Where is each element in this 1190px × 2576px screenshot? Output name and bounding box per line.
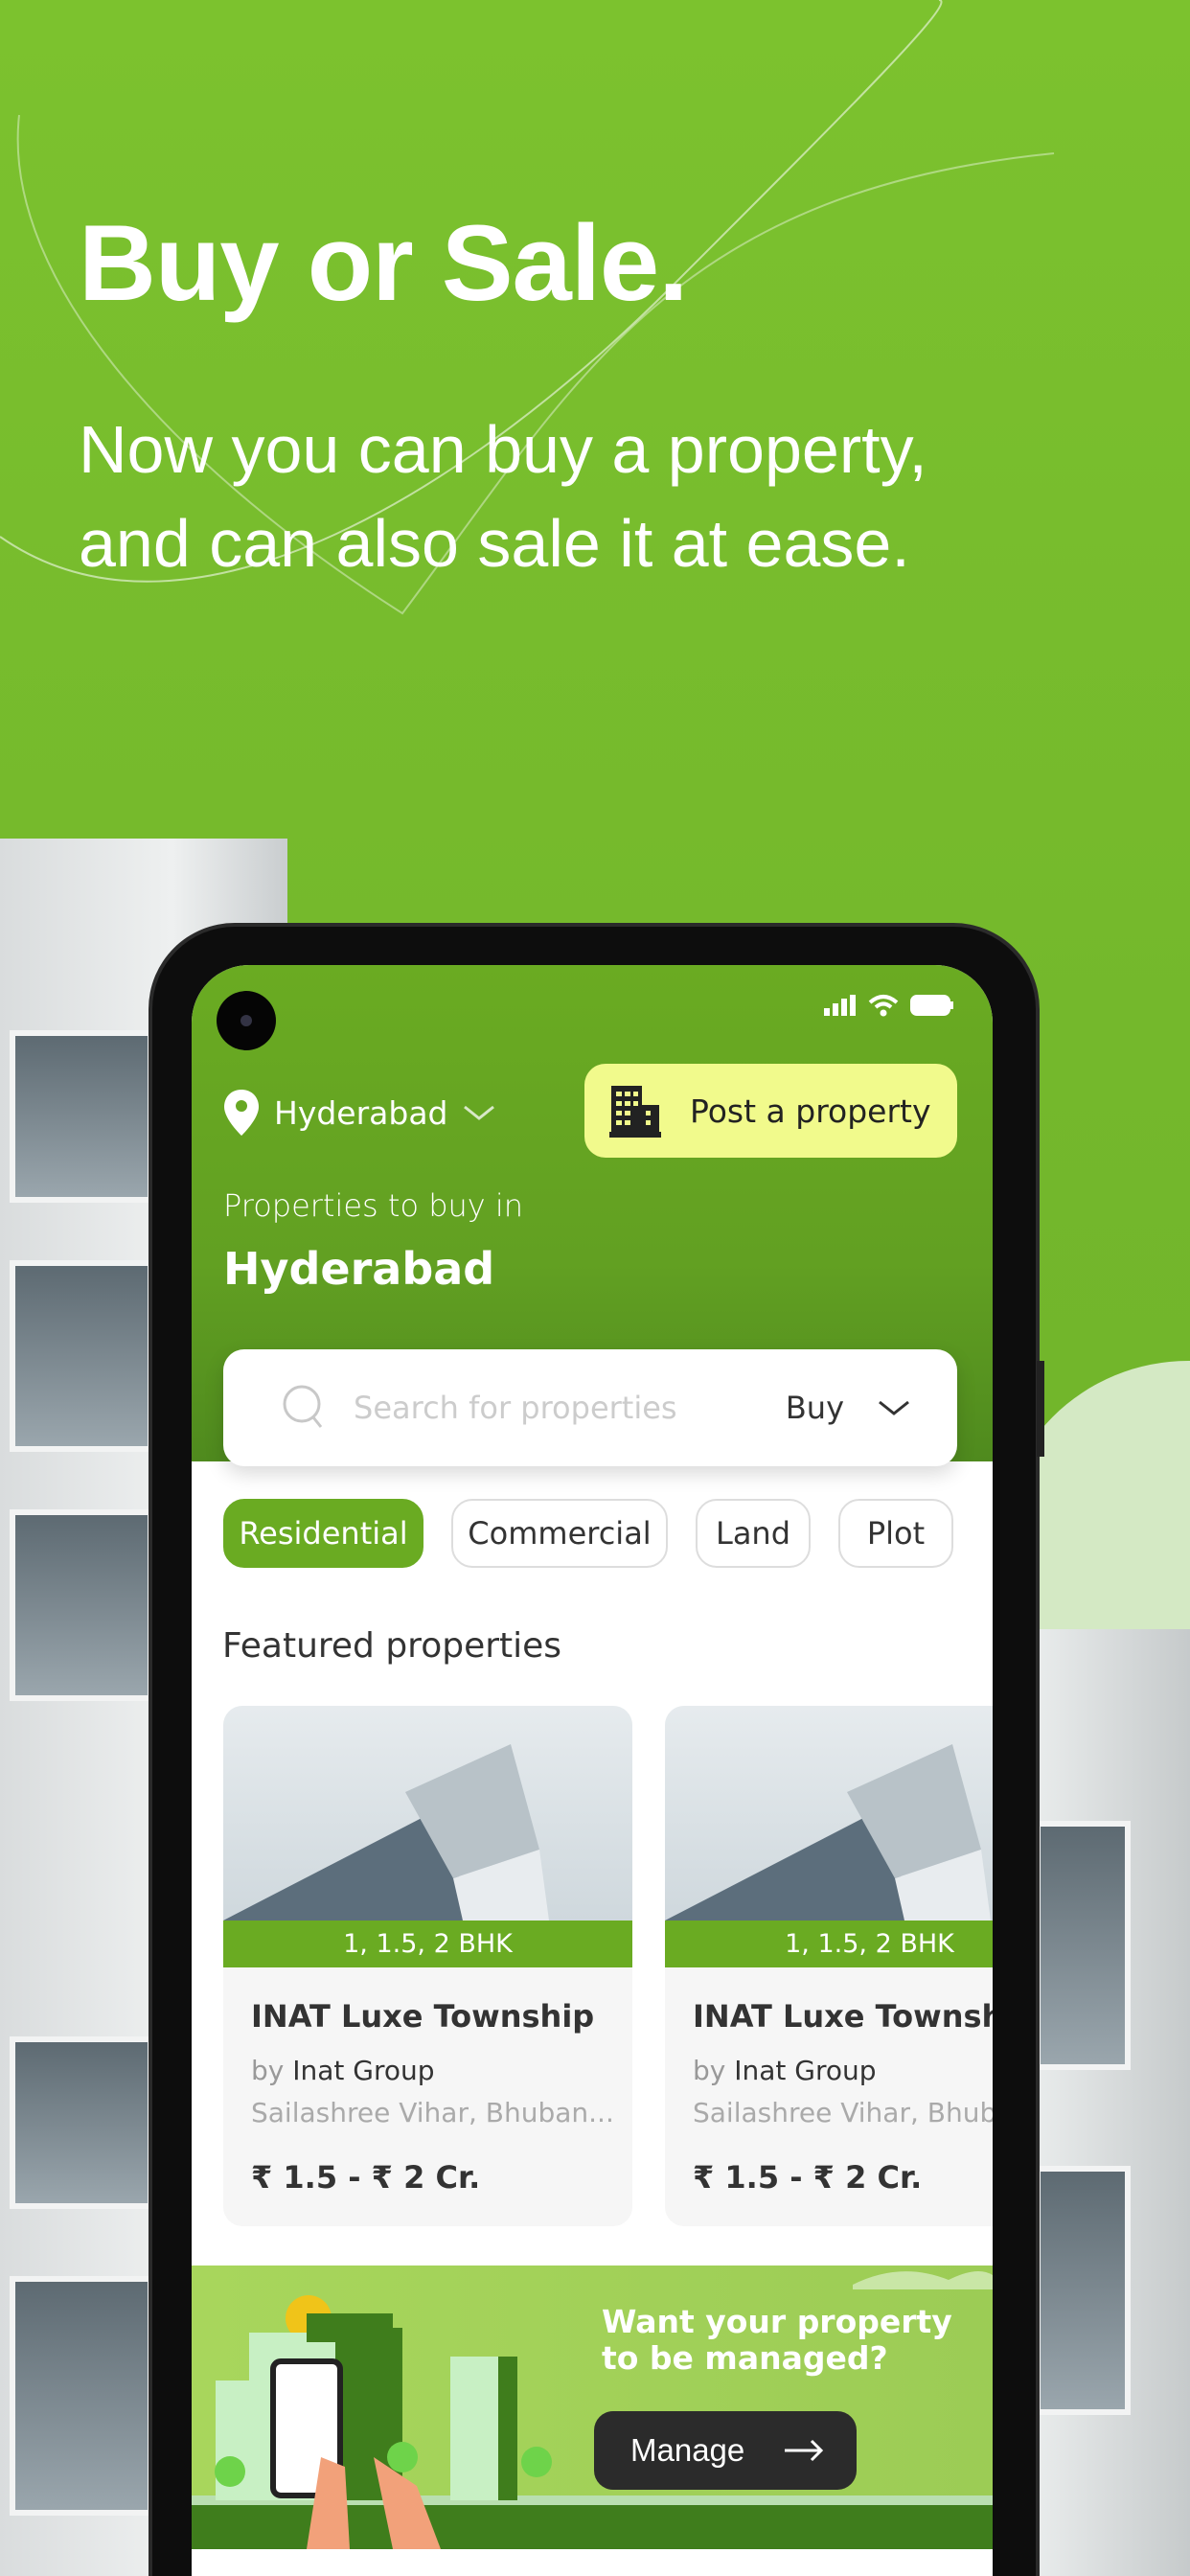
- property-image: [223, 1706, 632, 1920]
- building-photo: [223, 1744, 549, 1920]
- post-property-button[interactable]: Post a property: [584, 1064, 957, 1158]
- status-bar: [824, 994, 954, 1017]
- phone-side-button: [1037, 1361, 1044, 1457]
- property-address: Sailashree Vihar, Bhuban...: [251, 2097, 614, 2128]
- manage-banner: Want your property to be managed? Manage: [192, 2266, 993, 2549]
- chip-plot[interactable]: Plot: [838, 1499, 953, 1568]
- property-image: [665, 1706, 993, 1920]
- chip-land[interactable]: Land: [696, 1499, 811, 1568]
- manage-label: Manage: [630, 2432, 745, 2468]
- chevron-down-icon: [879, 1400, 909, 1415]
- search-icon: [283, 1385, 323, 1428]
- property-price: ₹ 1.5 - ₹ 2 Cr.: [251, 2159, 481, 2196]
- buy-mode-dropdown[interactable]: Buy: [786, 1390, 911, 1426]
- property-developer: by Inat Group: [251, 2055, 435, 2086]
- map-pin-icon: [224, 1090, 259, 1136]
- hero-subtitle: Now you can buy a property, and can also…: [79, 402, 1133, 590]
- signal-icon: [824, 995, 856, 1016]
- banner-line: to be managed?: [602, 2339, 888, 2377]
- location-selector[interactable]: Hyderabad: [222, 1088, 496, 1138]
- header-label: Properties to buy in: [223, 1187, 524, 1224]
- buy-mode-label: Buy: [785, 1390, 844, 1426]
- property-card[interactable]: 1, 1.5, 2 BHK INAT Luxe Township by Inat…: [223, 1706, 632, 2226]
- property-developer: by Inat Group: [693, 2055, 877, 2086]
- developer-name: Inat Group: [734, 2055, 877, 2086]
- property-price: ₹ 1.5 - ₹ 2 Cr.: [693, 2159, 923, 2196]
- search-input[interactable]: [354, 1390, 775, 1426]
- by-label: by: [693, 2055, 726, 2086]
- manage-button[interactable]: Manage: [594, 2411, 857, 2490]
- location-city: Hyderabad: [274, 1093, 448, 1132]
- camera-cutout: [217, 991, 276, 1050]
- battery-icon: [910, 995, 953, 1016]
- property-card[interactable]: 1, 1.5, 2 BHK INAT Luxe Township by Inat…: [665, 1706, 993, 2226]
- developer-name: Inat Group: [292, 2055, 435, 2086]
- hero-subtitle-line: Now you can buy a property,: [79, 412, 927, 487]
- arrow-right-icon: [785, 2439, 824, 2462]
- building-icon: [609, 1086, 661, 1138]
- post-property-label: Post a property: [690, 1092, 931, 1130]
- wifi-icon: [868, 995, 899, 1017]
- chip-commercial[interactable]: Commercial: [451, 1499, 668, 1568]
- hero-subtitle-line: and can also sale it at ease.: [79, 506, 910, 581]
- property-title: INAT Luxe Township: [251, 1998, 595, 2035]
- property-title: INAT Luxe Township: [693, 1998, 993, 2035]
- background-building-right: [1035, 1629, 1190, 2576]
- chip-residential[interactable]: Residential: [223, 1499, 423, 1568]
- property-address: Sailashree Vihar, Bhuba: [693, 2097, 993, 2128]
- by-label: by: [251, 2055, 285, 2086]
- phone-screen: Hyderabad Post a property Properties to …: [192, 965, 993, 2576]
- hero-title: Buy or Sale.: [79, 203, 688, 323]
- header-city: Hyderabad: [223, 1243, 495, 1295]
- featured-title: Featured properties: [222, 1626, 562, 1666]
- bhk-tag: 1, 1.5, 2 BHK: [665, 1920, 993, 1967]
- chevron-down-icon: [463, 1105, 494, 1120]
- building-photo: [665, 1744, 991, 1920]
- banner-heading: Want your property to be managed?: [602, 2304, 952, 2377]
- bhk-tag: 1, 1.5, 2 BHK: [223, 1920, 632, 1967]
- search-bar: Buy: [223, 1349, 957, 1466]
- banner-line: Want your property: [602, 2303, 952, 2340]
